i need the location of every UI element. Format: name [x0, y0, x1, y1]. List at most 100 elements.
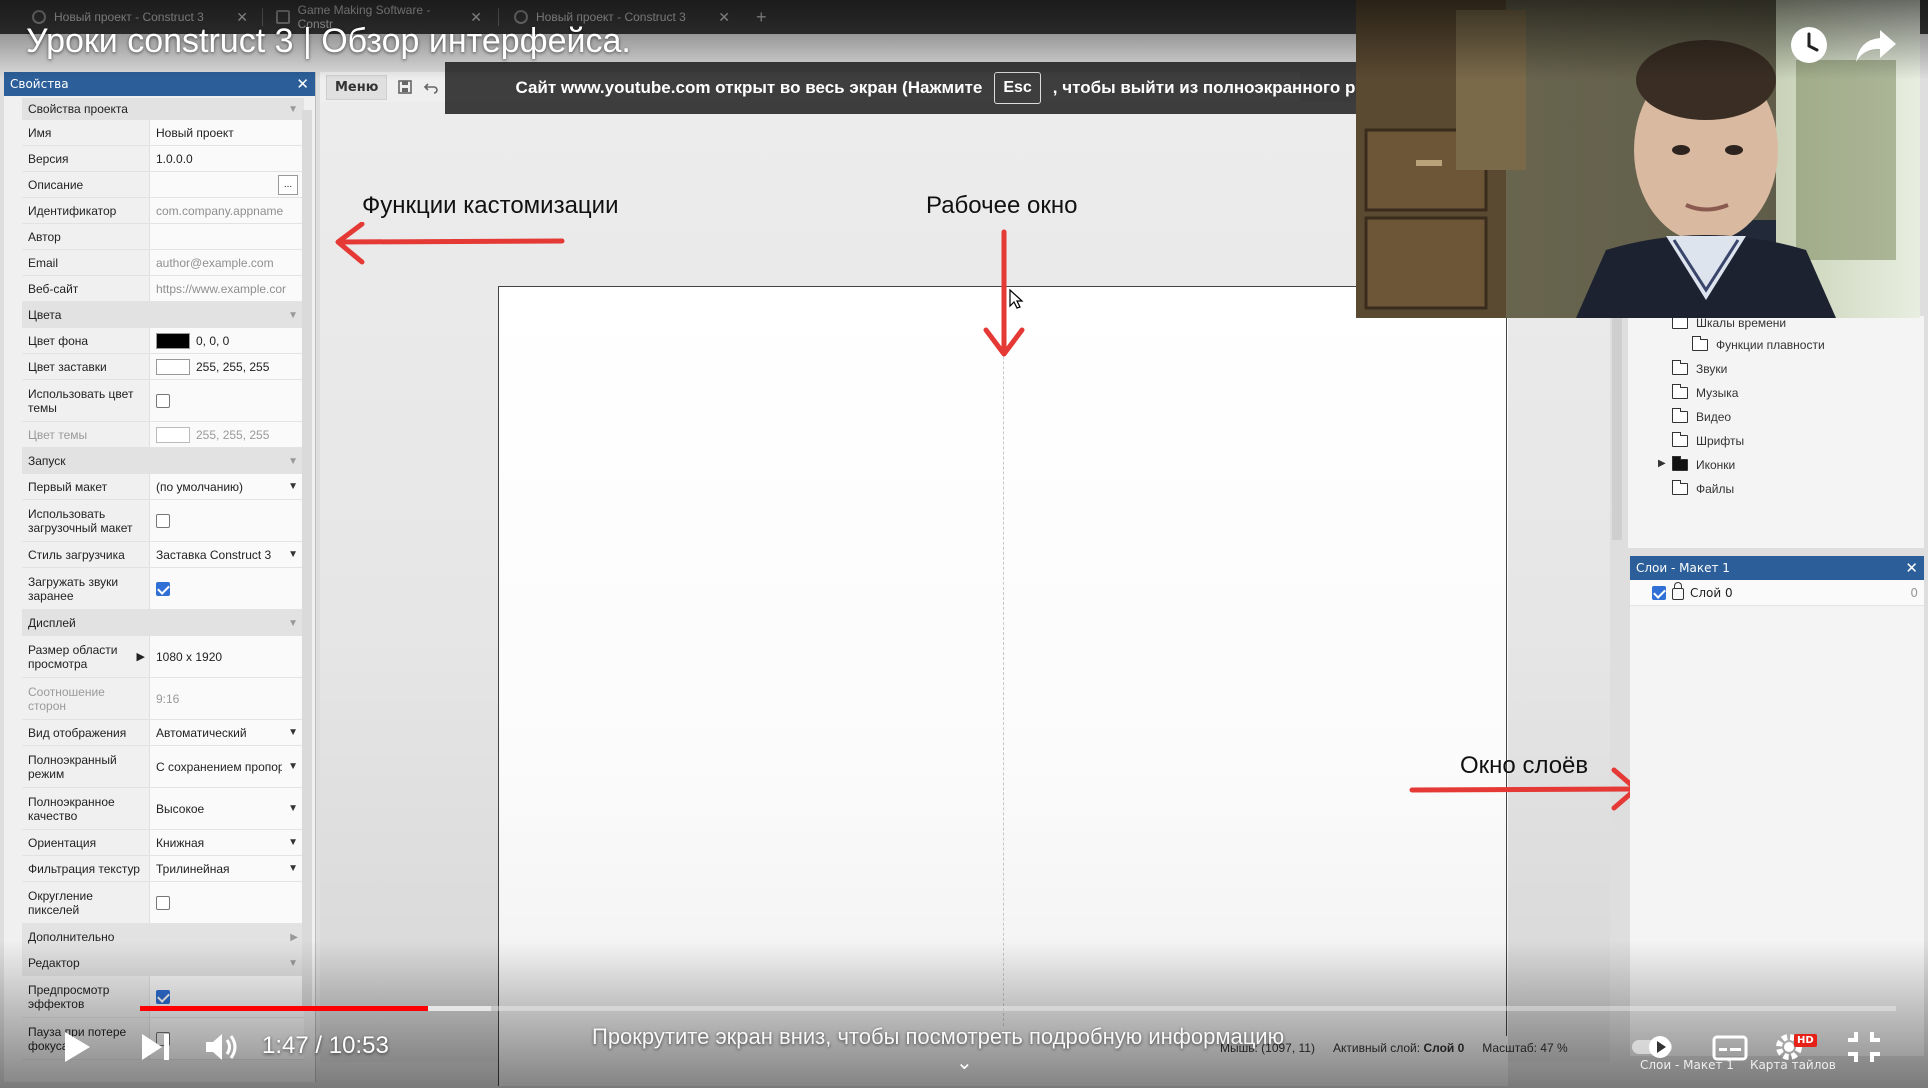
theme-color-swatch[interactable]	[156, 426, 190, 443]
chevron-down-icon[interactable]: ▼	[288, 761, 298, 772]
lock-icon[interactable]	[1672, 582, 1684, 600]
preload-sounds-checkbox[interactable]	[156, 581, 170, 596]
chevron-down-icon[interactable]: ▼	[288, 863, 298, 874]
expand-triangle-icon[interactable]: ▶	[1658, 458, 1666, 469]
chevron-down-icon[interactable]: ▼	[288, 549, 298, 560]
collapse-triangle-icon[interactable]: ▼	[288, 456, 298, 467]
prop-row-orientation[interactable]: Ориентация Книжная ▼	[22, 830, 304, 856]
undo-icon[interactable]	[423, 79, 439, 95]
prop-row-loader-style[interactable]: Стиль загрузчика Заставка Construct 3 ▼	[22, 542, 304, 568]
section-advanced[interactable]: Дополнительно ▶	[22, 924, 304, 950]
chevron-down-icon[interactable]: ▼	[288, 803, 298, 814]
tree-item-timelines[interactable]: Шкалы времени	[1671, 314, 1786, 330]
chevron-down-icon[interactable]: ▼	[288, 481, 298, 492]
watch-later-icon[interactable]	[1788, 24, 1830, 66]
use-theme-color-checkbox[interactable]	[156, 393, 170, 408]
tree-item-music[interactable]: Музыка	[1671, 384, 1738, 400]
tree-item-files[interactable]: Файлы	[1671, 480, 1734, 496]
section-colors[interactable]: Цвета ▼	[22, 302, 304, 328]
edit-description-button[interactable]: ...	[278, 174, 298, 195]
prop-row-splash-color[interactable]: Цвет заставки 255, 255, 255	[22, 354, 304, 380]
prop-row-email[interactable]: Email author@example.com	[22, 250, 304, 276]
prop-row-fullscreen-mode[interactable]: Полноэкранный режимС сохранением пропорц…	[22, 746, 304, 788]
prop-row-first-layout[interactable]: Первый макет (по умолчанию) ▼	[22, 474, 304, 500]
prop-row-pixel-rounding[interactable]: Округление пикселей	[22, 882, 304, 924]
scroll-hint[interactable]: Прокрутите экран вниз, чтобы посмотреть …	[592, 1024, 1284, 1050]
collapse-triangle-icon[interactable]: ▼	[288, 310, 298, 321]
new-tab-button[interactable]: +	[744, 4, 784, 30]
prop-row-aspect-ratio: Соотношение сторон 9:16	[22, 678, 304, 720]
close-icon[interactable]: ✕	[1905, 559, 1918, 577]
prop-row-texture-filter[interactable]: Фильтрация текстур Трилинейная ▼	[22, 856, 304, 882]
chevron-down-icon[interactable]: ⌄	[956, 1050, 973, 1074]
layer-name: Слой 0	[1690, 585, 1733, 600]
prop-row-identifier[interactable]: Идентификатор com.company.appname	[22, 198, 304, 224]
chevron-down-icon[interactable]: ▼	[288, 727, 298, 738]
next-video-icon[interactable]	[140, 1030, 172, 1064]
prop-row-bg-color[interactable]: Цвет фона 0, 0, 0	[22, 328, 304, 354]
prop-row-preload-sounds[interactable]: Загружать звуки заранее	[22, 568, 304, 610]
expand-triangle-icon[interactable]: ▶	[290, 932, 298, 943]
use-loader-layout-checkbox[interactable]	[156, 513, 170, 528]
annotation-customization: Функции кастомизации	[362, 192, 619, 219]
tree-item-sounds[interactable]: Звуки	[1671, 360, 1727, 376]
tab-tilemap[interactable]: Карта тайлов	[1750, 1058, 1836, 1072]
tree-item-easing-functions[interactable]: Функции плавности	[1691, 336, 1825, 352]
section-display[interactable]: Дисплей ▼	[22, 610, 304, 636]
layers-panel-header: Слои - Макет 1 ✕	[1630, 556, 1924, 580]
close-icon[interactable]: ✕	[296, 75, 309, 93]
video-title[interactable]: Уроки construct 3 | Обзор интерфейса.	[26, 22, 631, 61]
section-editor[interactable]: Редактор ▼	[22, 950, 304, 976]
layer-row[interactable]: Слой 0 0	[1630, 580, 1924, 606]
properties-panel: Свойства ✕ Свойства проекта ▼ Имя Новый пр…	[4, 72, 316, 1082]
collapse-triangle-icon[interactable]: ▼	[288, 958, 298, 969]
collapse-triangle-icon[interactable]: ▼	[288, 104, 298, 115]
hd-badge: HD	[1794, 1034, 1817, 1047]
prop-row-website[interactable]: Веб-сайт https://www.example.cor	[22, 276, 304, 302]
collapse-triangle-icon[interactable]: ▼	[288, 618, 298, 629]
close-tab-icon[interactable]: ✕	[718, 9, 730, 26]
section-startup[interactable]: Запуск ▼	[22, 448, 304, 474]
progress-bar-played[interactable]	[140, 1006, 428, 1011]
prop-row-use-loader-layout[interactable]: Использовать загрузочный макет	[22, 500, 304, 542]
section-project-properties[interactable]: Свойства проекта ▼	[22, 98, 304, 120]
prop-row-author[interactable]: Автор	[22, 224, 304, 250]
prop-row-fullscreen-quality[interactable]: Полноэкранное качество Высокое ▼	[22, 788, 304, 830]
menu-button[interactable]: Меню	[326, 74, 388, 100]
prop-row-version[interactable]: Версия 1.0.0.0	[22, 146, 304, 172]
layout-right-edge	[1506, 286, 1507, 1036]
center-guide-line	[1003, 286, 1004, 1026]
share-icon[interactable]	[1854, 26, 1898, 66]
tree-item-fonts[interactable]: Шрифты	[1671, 432, 1744, 448]
webcam-overlay	[1356, 0, 1920, 318]
arrow-left-icon	[335, 222, 565, 265]
volume-icon[interactable]	[204, 1030, 240, 1064]
workspace-scrollbar[interactable]	[1612, 300, 1622, 540]
layer-visibility-checkbox[interactable]	[1652, 585, 1666, 600]
expand-triangle-icon[interactable]: ▶	[137, 650, 145, 664]
properties-scrollbar[interactable]	[302, 110, 312, 1010]
status-zoom: Масштаб: 47 %	[1482, 1041, 1568, 1055]
prop-row-name[interactable]: Имя Новый проект	[22, 120, 304, 146]
splash-color-swatch[interactable]	[156, 358, 190, 375]
autoplay-toggle[interactable]	[1630, 1034, 1678, 1060]
prop-row-use-theme-color[interactable]: Использовать цвет темы	[22, 380, 304, 422]
folder-icon	[1671, 360, 1688, 375]
chevron-down-icon[interactable]: ▼	[288, 837, 298, 848]
prop-row-preview-effects[interactable]: Предпросмотр эффектов	[22, 976, 304, 1018]
prop-row-theme-color[interactable]: Цвет темы 255, 255, 255	[22, 422, 304, 448]
exit-fullscreen-icon[interactable]	[1846, 1030, 1882, 1064]
prop-row-display-mode[interactable]: Вид отображения Автоматический ▼	[22, 720, 304, 746]
play-icon[interactable]	[62, 1030, 92, 1064]
preview-effects-checkbox[interactable]	[156, 989, 170, 1004]
bg-color-swatch[interactable]	[156, 332, 190, 349]
save-icon[interactable]	[397, 79, 413, 95]
prop-row-viewport-size[interactable]: Размер области просмотра ▶ 1080 x 1920	[22, 636, 304, 678]
tab-layers-layout[interactable]: Слои - Макет 1	[1640, 1058, 1734, 1072]
prop-row-description[interactable]: Описание...	[22, 172, 304, 198]
folder-icon	[1671, 408, 1688, 423]
pixel-rounding-checkbox[interactable]	[156, 895, 170, 910]
tree-item-icons[interactable]: Иконки	[1671, 456, 1735, 472]
project-tree-panel: Шкалы времени Функции плавности Звуки Му…	[1628, 314, 1924, 548]
tree-item-video[interactable]: Видео	[1671, 408, 1731, 424]
